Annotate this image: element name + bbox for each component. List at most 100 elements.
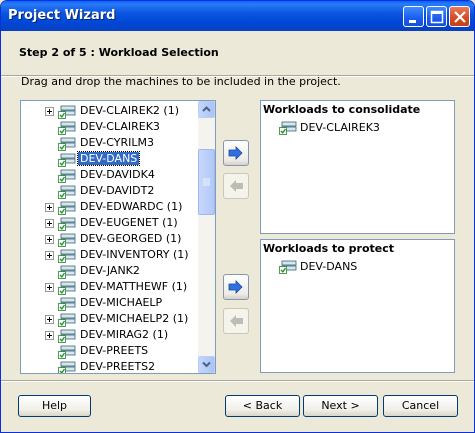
footer-divider-highlight xyxy=(1,381,474,382)
server-check-icon xyxy=(58,120,76,135)
server-check-icon xyxy=(58,104,76,119)
back-button[interactable]: < Back xyxy=(225,395,300,417)
tree-item-label: DEV-MIRAG2 (1) xyxy=(80,328,169,341)
scroll-down-button[interactable] xyxy=(198,356,215,373)
server-check-icon xyxy=(58,248,76,263)
tree-item-label: DEV-EDWARDC (1) xyxy=(80,200,183,213)
server-check-icon xyxy=(58,216,76,231)
minimize-icon xyxy=(409,20,416,23)
server-check-icon xyxy=(279,260,297,274)
tree-item-label: DEV-DANS xyxy=(76,151,141,166)
tree-item[interactable]: DEV-EDWARDC (1) xyxy=(21,199,199,215)
tree-item[interactable]: DEV-MATTHEWF (1) xyxy=(21,279,199,295)
tree-item-label: DEV-CLAIREK3 xyxy=(80,120,160,133)
tree-item[interactable]: DEV-CLAIREK2 (1) xyxy=(21,103,199,119)
tree-item-label: DEV-CYRILM3 xyxy=(80,136,154,149)
tree-item[interactable]: DEV-MICHAELP xyxy=(21,295,199,311)
tree-item-label: DEV-MICHAELP2 (1) xyxy=(80,312,189,325)
tree-item-label: DEV-GEORGED (1) xyxy=(80,232,182,245)
tree-item-label: DEV-DAVIDT2 xyxy=(80,184,155,197)
tree-item-label: DEV-DAVIDK4 xyxy=(80,168,155,181)
protect-title: Workloads to protect xyxy=(263,242,395,255)
tree-item[interactable]: DEV-PREETS xyxy=(21,343,199,359)
expand-icon[interactable] xyxy=(45,283,54,292)
tree-item[interactable]: DEV-MICHAELP2 (1) xyxy=(21,311,199,327)
server-check-icon xyxy=(58,184,76,199)
expand-icon[interactable] xyxy=(45,219,54,228)
server-check-icon xyxy=(58,200,76,215)
chevron-up-icon xyxy=(202,106,211,112)
project-wizard-window: Project Wizard Step 2 of 5 : Workload Se… xyxy=(0,0,475,433)
minimize-button[interactable] xyxy=(403,6,424,27)
expand-icon[interactable] xyxy=(45,203,54,212)
tree-item[interactable]: DEV-JANK2 xyxy=(21,263,199,279)
server-check-icon xyxy=(58,360,76,373)
server-check-icon xyxy=(58,280,76,295)
tree-item[interactable]: DEV-CLAIREK3 xyxy=(21,119,199,135)
tree-item[interactable]: DEV-MIRAG2 (1) xyxy=(21,327,199,343)
tree-item-label: DEV-JANK2 xyxy=(80,264,140,277)
tree-scrollbar[interactable] xyxy=(198,101,215,373)
tree-item-label: DEV-MATTHEWF (1) xyxy=(80,280,188,293)
server-check-icon xyxy=(58,136,76,151)
close-icon xyxy=(454,11,466,23)
tree-item[interactable]: DEV-INVENTORY (1) xyxy=(21,247,199,263)
arrow-right-icon xyxy=(228,146,243,160)
tree-item[interactable]: DEV-DAVIDT2 xyxy=(21,183,199,199)
cancel-button[interactable]: Cancel xyxy=(383,395,458,417)
expand-icon[interactable] xyxy=(45,251,54,260)
tree-item[interactable]: DEV-DANS xyxy=(21,151,199,167)
expand-icon[interactable] xyxy=(45,107,54,116)
step-title: Step 2 of 5 : Workload Selection xyxy=(19,46,219,59)
scroll-up-button[interactable] xyxy=(198,101,215,118)
remove-from-consolidate-button[interactable] xyxy=(223,173,249,199)
tree-item-label: DEV-MICHAELP xyxy=(80,296,163,309)
server-check-icon xyxy=(58,344,76,359)
help-button[interactable]: Help xyxy=(18,395,91,417)
instructions-text: Drag and drop the machines to be include… xyxy=(21,75,341,88)
consolidate-panel[interactable]: Workloads to consolidate DEV-CLAIREK3 xyxy=(260,100,455,234)
tree-item[interactable]: DEV-EUGENET (1) xyxy=(21,215,199,231)
next-button[interactable]: Next > xyxy=(303,395,378,417)
wizard-header: Step 2 of 5 : Workload Selection xyxy=(1,31,474,99)
arrow-left-icon xyxy=(230,315,243,327)
maximize-icon xyxy=(430,10,444,24)
machine-tree[interactable]: DEV-CLAIREK2 (1) DEV-CLAIREK3 DEV-CYRILM3 D… xyxy=(20,100,216,374)
expand-icon[interactable] xyxy=(45,331,54,340)
tree-item[interactable]: DEV-PREETS2 xyxy=(21,359,199,373)
consolidate-title: Workloads to consolidate xyxy=(263,103,421,116)
close-button[interactable] xyxy=(449,6,470,27)
tree-item[interactable]: DEV-CYRILM3 xyxy=(21,135,199,151)
server-check-icon xyxy=(58,328,76,343)
chevron-down-icon xyxy=(202,361,211,368)
server-check-icon xyxy=(279,121,297,135)
tree-item-label: DEV-PREETS2 xyxy=(80,360,156,373)
maximize-button[interactable] xyxy=(426,6,447,27)
server-check-icon xyxy=(58,152,76,167)
window-title: Project Wizard xyxy=(8,8,116,23)
protect-panel[interactable]: Workloads to protect DEV-DANS xyxy=(260,239,455,373)
server-check-icon xyxy=(58,264,76,279)
scroll-thumb[interactable] xyxy=(198,149,215,215)
arrow-left-icon xyxy=(230,180,243,192)
tree-item[interactable]: DEV-GEORGED (1) xyxy=(21,231,199,247)
protect-item[interactable]: DEV-DANS xyxy=(300,260,357,273)
add-to-consolidate-button[interactable] xyxy=(223,140,249,166)
tree-item[interactable]: DEV-DAVIDK4 xyxy=(21,167,199,183)
consolidate-item[interactable]: DEV-CLAIREK3 xyxy=(300,121,380,134)
tree-item-label: DEV-PREETS xyxy=(80,344,149,357)
expand-icon[interactable] xyxy=(45,315,54,324)
tree-item-label: DEV-INVENTORY (1) xyxy=(80,248,189,261)
server-check-icon xyxy=(58,312,76,327)
grip-icon xyxy=(203,178,210,186)
tree-item-label: DEV-CLAIREK2 (1) xyxy=(80,104,179,117)
expand-icon[interactable] xyxy=(45,235,54,244)
server-check-icon xyxy=(58,168,76,183)
server-check-icon xyxy=(58,296,76,311)
server-check-icon xyxy=(58,232,76,247)
title-bar[interactable]: Project Wizard xyxy=(1,1,474,31)
arrow-right-icon xyxy=(228,280,243,294)
tree-item-label: DEV-EUGENET (1) xyxy=(80,216,178,229)
add-to-protect-button[interactable] xyxy=(223,274,249,300)
remove-from-protect-button[interactable] xyxy=(223,308,249,334)
